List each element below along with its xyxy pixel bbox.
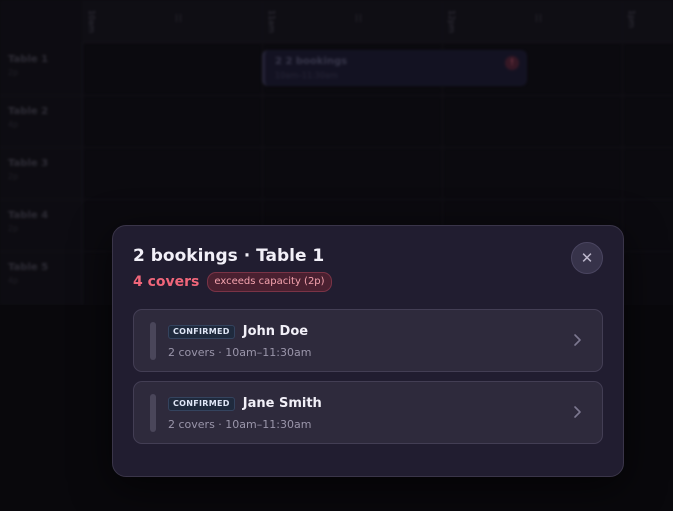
table-row-5[interactable]: Table 5 4p	[8, 262, 78, 285]
close-icon: ✕	[580, 249, 594, 267]
half-hour-mark	[536, 14, 541, 22]
booking-count-icon: 2	[275, 56, 282, 67]
table-capacity: 2p	[8, 224, 19, 233]
hour-label: 12pm	[447, 10, 456, 34]
half-hour-mark	[176, 14, 181, 22]
table-name: Table 5	[8, 262, 49, 273]
table-name: Table 1	[8, 54, 49, 65]
row-divider	[0, 147, 673, 148]
table-row-3[interactable]: Table 3 2p	[8, 158, 78, 181]
hour-label: 10am	[87, 10, 96, 33]
booking-details: 2 covers · 10am–11:30am	[168, 346, 312, 359]
booking-block-title: 2 2 bookings	[275, 56, 347, 67]
status-badge: CONFIRMED	[168, 396, 235, 411]
capacity-warning-badge: exceeds capacity (2p)	[207, 272, 332, 292]
row-divider	[0, 199, 673, 200]
guest-name: John Doe	[242, 324, 309, 339]
booking-details: 2 covers · 10am–11:30am	[168, 418, 312, 431]
bookings-modal: 2 bookings · Table 1 ✕ 4 covers exceeds …	[112, 225, 624, 477]
card-accent-bar	[150, 322, 156, 360]
guest-name: Jane Smith	[242, 396, 322, 411]
app-root: 10am 11am 12pm 1pm Table 1 2p Table 2 4p…	[0, 0, 673, 511]
table-name: Table 4	[8, 210, 49, 221]
table-capacity: 2p	[8, 68, 19, 77]
booking-block[interactable]: 2 2 bookings 10am–11:30am !	[262, 50, 527, 86]
table-capacity: 4p	[8, 120, 19, 129]
booking-card-john-doe[interactable]: CONFIRMED John Doe 2 covers · 10am–11:30…	[133, 309, 603, 372]
table-row-2[interactable]: Table 2 4p	[8, 106, 78, 129]
hour-label: 1pm	[627, 10, 636, 28]
table-capacity: 4p	[8, 276, 19, 285]
booking-block-time: 10am–11:30am	[275, 71, 338, 80]
card-header: CONFIRMED John Doe	[168, 324, 308, 339]
close-button[interactable]: ✕	[571, 242, 603, 274]
row-divider	[0, 95, 673, 96]
half-hour-mark	[356, 14, 361, 22]
table-capacity: 2p	[8, 172, 19, 181]
modal-title: 2 bookings · Table 1	[133, 246, 325, 266]
covers-count: 4 covers	[133, 274, 200, 290]
booking-block-label: 2 bookings	[285, 56, 348, 67]
timeline-header: 10am 11am 12pm 1pm	[82, 0, 673, 43]
covers-summary: 4 covers exceeds capacity (2p)	[133, 272, 332, 292]
table-name: Table 3	[8, 158, 49, 169]
booking-card-jane-smith[interactable]: CONFIRMED Jane Smith 2 covers · 10am–11:…	[133, 381, 603, 444]
card-header: CONFIRMED Jane Smith	[168, 396, 322, 411]
card-accent-bar	[150, 394, 156, 432]
table-row-1[interactable]: Table 1 2p	[8, 54, 78, 77]
status-badge: CONFIRMED	[168, 324, 235, 339]
table-column	[0, 0, 83, 305]
table-row-4[interactable]: Table 4 2p	[8, 210, 78, 233]
chevron-right-icon	[574, 334, 581, 346]
hour-label: 11am	[267, 10, 276, 33]
warning-icon: !	[505, 56, 519, 70]
chevron-right-icon	[574, 406, 581, 418]
table-name: Table 2	[8, 106, 49, 117]
